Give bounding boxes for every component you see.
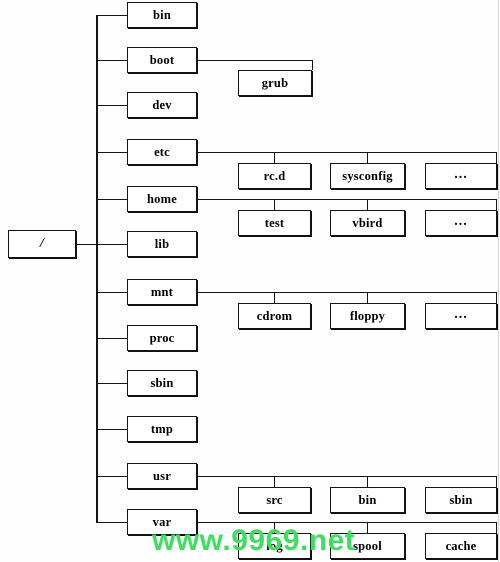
stub-sbin <box>96 383 127 384</box>
stub-tmp <box>96 429 127 430</box>
node-home-more[interactable]: ... <box>425 210 497 236</box>
node-var-cache[interactable]: cache <box>425 533 497 559</box>
stub-lib <box>96 244 127 245</box>
trunk-line <box>96 15 98 523</box>
node-bin[interactable]: bin <box>127 2 197 28</box>
bus-mnt <box>197 292 497 293</box>
filesystem-hierarchy-diagram: / bin boot dev etc home lib mnt proc sbi… <box>0 0 500 562</box>
node-vbird[interactable]: vbird <box>330 210 405 236</box>
drop-var-log <box>274 522 275 533</box>
bus-home <box>197 199 497 200</box>
drop-mnt-more <box>496 292 497 303</box>
drop-usr-src <box>274 476 275 487</box>
node-var[interactable]: var <box>127 509 197 535</box>
node-usr-src[interactable]: src <box>238 487 311 513</box>
root-directory[interactable]: / <box>8 230 76 258</box>
node-sysconfig[interactable]: sysconfig <box>330 163 405 189</box>
stub-mnt <box>96 292 127 293</box>
drop-rc-d <box>274 152 275 163</box>
drop-grub <box>312 60 313 70</box>
stub-boot <box>96 60 127 61</box>
node-proc[interactable]: proc <box>127 325 197 351</box>
bus-boot <box>197 60 313 61</box>
root-connector <box>75 244 97 245</box>
node-home[interactable]: home <box>127 186 197 212</box>
node-boot[interactable]: boot <box>127 47 197 73</box>
bus-var <box>197 522 497 523</box>
node-sbin[interactable]: sbin <box>127 370 197 396</box>
stub-usr <box>96 476 127 477</box>
node-mnt[interactable]: mnt <box>127 279 197 305</box>
node-grub[interactable]: grub <box>238 70 312 96</box>
drop-var-spool <box>367 522 368 533</box>
node-etc[interactable]: etc <box>127 139 197 165</box>
drop-usr-sbin <box>496 476 497 487</box>
drop-etc-more <box>496 152 497 163</box>
stub-home <box>96 199 127 200</box>
node-var-spool[interactable]: spool <box>330 533 405 559</box>
drop-test <box>274 199 275 210</box>
page-edge-right <box>498 0 499 562</box>
node-tmp[interactable]: tmp <box>127 416 197 442</box>
stub-var <box>96 522 127 523</box>
node-usr-sbin[interactable]: sbin <box>425 487 497 513</box>
drop-usr-bin <box>367 476 368 487</box>
drop-floppy <box>367 292 368 303</box>
stub-etc <box>96 152 127 153</box>
drop-var-cache <box>496 522 497 533</box>
drop-vbird <box>367 199 368 210</box>
stub-bin <box>96 15 127 16</box>
node-floppy[interactable]: floppy <box>330 303 405 329</box>
bus-etc <box>197 152 497 153</box>
drop-sysconfig <box>367 152 368 163</box>
node-lib[interactable]: lib <box>127 231 197 257</box>
stub-proc <box>96 338 127 339</box>
node-usr-bin[interactable]: bin <box>330 487 405 513</box>
node-etc-more[interactable]: ... <box>425 163 497 189</box>
node-test[interactable]: test <box>238 210 311 236</box>
node-rc-d[interactable]: rc.d <box>238 163 311 189</box>
node-mnt-more[interactable]: ... <box>425 303 497 329</box>
drop-cdrom <box>274 292 275 303</box>
node-var-log[interactable]: log <box>238 533 311 559</box>
node-dev[interactable]: dev <box>127 92 197 118</box>
node-usr[interactable]: usr <box>127 463 197 489</box>
drop-home-more <box>496 199 497 210</box>
stub-dev <box>96 105 127 106</box>
bus-usr <box>197 476 497 477</box>
node-cdrom[interactable]: cdrom <box>238 303 311 329</box>
